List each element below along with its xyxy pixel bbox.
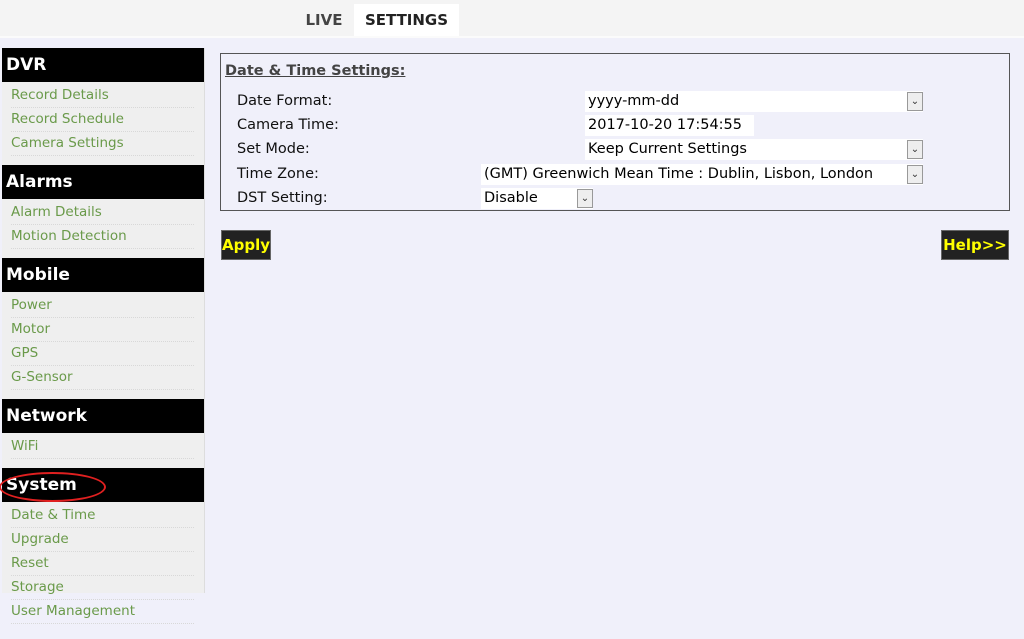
sidebar-item-wifi[interactable]: WiFi (11, 435, 194, 459)
chevron-down-icon: ⌄ (907, 140, 923, 159)
set-mode-label: Set Mode: (237, 141, 310, 157)
sidebar-item-record-details[interactable]: Record Details (11, 84, 194, 108)
date-format-value: yyyy-mm-dd (588, 93, 680, 109)
chevron-down-icon: ⌄ (907, 165, 923, 184)
panel-title: Date & Time Settings: (225, 63, 406, 79)
sidebar-item-power[interactable]: Power (11, 294, 194, 318)
chevron-down-icon: ⌄ (577, 189, 593, 208)
sidebar-item-g-sensor[interactable]: G-Sensor (11, 366, 194, 390)
sidebar-item-upgrade[interactable]: Upgrade (11, 528, 194, 552)
sidebar: DVR Record Details Record Schedule Camera S… (2, 48, 205, 624)
date-format-select[interactable]: yyyy-mm-dd ⌄ (585, 91, 923, 112)
date-time-panel: Date & Time Settings: Date Format: yyyy-… (220, 53, 1010, 211)
sidebar-item-user-management[interactable]: User Management (11, 600, 194, 624)
dst-select[interactable]: Disable ⌄ (481, 188, 593, 209)
sidebar-group: Date & Time Upgrade Reset Storage User Manag… (2, 502, 204, 633)
date-format-label: Date Format: (237, 93, 333, 109)
sidebar-header-alarms: Alarms (2, 165, 204, 199)
time-zone-value: (GMT) Greenwich Mean Time : Dublin, Lisb… (484, 166, 874, 182)
sidebar-item-motion-detection[interactable]: Motion Detection (11, 225, 194, 249)
sidebar-item-storage[interactable]: Storage (11, 576, 194, 600)
sidebar-item-record-schedule[interactable]: Record Schedule (11, 108, 194, 132)
camera-time-label: Camera Time: (237, 117, 339, 133)
sidebar-item-reset[interactable]: Reset (11, 552, 194, 576)
sidebar-item-camera-settings[interactable]: Camera Settings (11, 132, 194, 156)
set-mode-value: Keep Current Settings (588, 141, 747, 157)
sidebar-header-network: Network (2, 399, 204, 433)
sidebar-group: Alarm Details Motion Detection (2, 199, 204, 258)
sidebar-group: Power Motor GPS G-Sensor (2, 292, 204, 399)
sidebar-item-alarm-details[interactable]: Alarm Details (11, 201, 194, 225)
top-nav: LIVE SETTINGS (0, 0, 1024, 38)
tab-live[interactable]: LIVE (298, 4, 350, 36)
dst-label: DST Setting: (237, 190, 328, 206)
dst-value: Disable (484, 190, 538, 206)
sidebar-header-mobile: Mobile (2, 258, 204, 292)
set-mode-select[interactable]: Keep Current Settings ⌄ (585, 139, 923, 160)
chevron-down-icon: ⌄ (907, 92, 923, 111)
camera-time-input[interactable]: 2017-10-20 17:54:55 (585, 115, 754, 136)
sidebar-item-motor[interactable]: Motor (11, 318, 194, 342)
tab-settings[interactable]: SETTINGS (354, 4, 459, 36)
time-zone-label: Time Zone: (237, 166, 319, 182)
sidebar-header-dvr: DVR (2, 48, 204, 82)
sidebar-group: Record Details Record Schedule Camera Sett… (2, 82, 204, 165)
sidebar-item-gps[interactable]: GPS (11, 342, 194, 366)
red-highlight-circle (0, 472, 106, 502)
sidebar-group: WiFi (2, 433, 204, 468)
help-button[interactable]: Help>> (941, 230, 1009, 260)
time-zone-select[interactable]: (GMT) Greenwich Mean Time : Dublin, Lisb… (481, 164, 923, 185)
apply-button[interactable]: Apply (221, 230, 271, 260)
sidebar-item-date-time[interactable]: Date & Time (11, 504, 194, 528)
